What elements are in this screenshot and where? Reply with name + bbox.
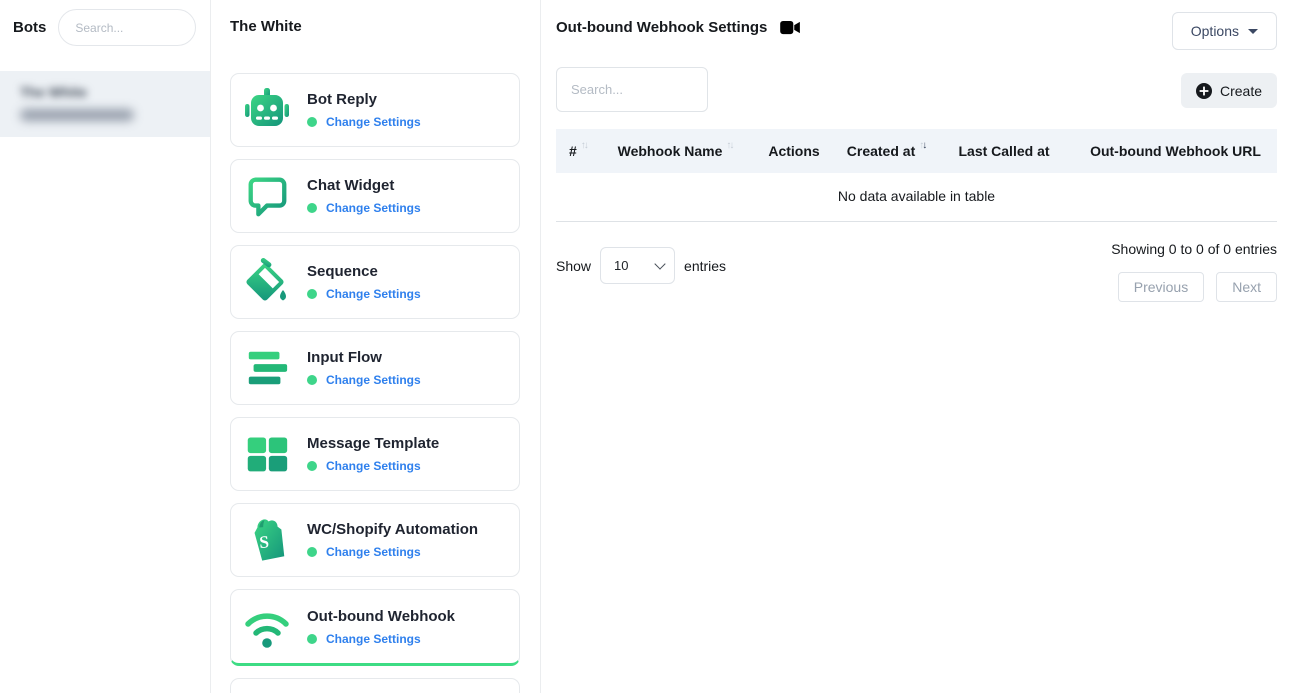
sidebar-header: Bots bbox=[0, 0, 210, 55]
card-title: Bot Reply bbox=[307, 91, 421, 108]
previous-button[interactable]: Previous bbox=[1118, 272, 1204, 302]
card-chat-widget[interactable]: Chat Widget Change Settings bbox=[230, 159, 520, 233]
webhook-search-input[interactable] bbox=[556, 67, 708, 112]
next-button[interactable]: Next bbox=[1216, 272, 1277, 302]
show-label: Show bbox=[556, 258, 591, 274]
bot-name-redacted: The White bbox=[20, 84, 190, 100]
status-dot bbox=[307, 117, 317, 127]
webhooks-table: # ↑↓ Webhook Name ↑↓ Actions Created at … bbox=[556, 129, 1277, 222]
change-settings-link[interactable]: Change Settings bbox=[326, 201, 421, 215]
change-settings-link[interactable]: Change Settings bbox=[326, 459, 421, 473]
change-settings-link[interactable]: Change Settings bbox=[326, 115, 421, 129]
column-header-number[interactable]: # ↑↓ bbox=[556, 143, 600, 159]
card-input-flow[interactable]: Input Flow Change Settings bbox=[230, 331, 520, 405]
create-button[interactable]: Create bbox=[1181, 73, 1277, 108]
sidebar-title: Bots bbox=[13, 19, 46, 36]
grid-icon bbox=[243, 430, 291, 478]
paint-bucket-icon bbox=[243, 258, 291, 306]
webhook-settings-panel: Out-bound Webhook Settings Options bbox=[541, 0, 1293, 693]
sort-icon-active: ↑↓ bbox=[919, 140, 925, 151]
bot-settings-panel: The White Bot Reply bbox=[211, 0, 541, 693]
column-header-webhook-url: Out-bound Webhook URL bbox=[1074, 143, 1277, 159]
main-header: Out-bound Webhook Settings Options bbox=[541, 0, 1293, 50]
bots-search-input[interactable] bbox=[58, 9, 196, 46]
card-title: WC/Shopify Automation bbox=[307, 521, 478, 538]
page-size-select-wrap: 10 bbox=[600, 247, 675, 284]
status-dot bbox=[307, 634, 317, 644]
status-dot bbox=[307, 289, 317, 299]
status-dot bbox=[307, 375, 317, 385]
entries-label: entries bbox=[684, 258, 726, 274]
wifi-icon bbox=[243, 603, 291, 651]
page-title: Out-bound Webhook Settings bbox=[556, 19, 767, 36]
change-settings-link[interactable]: Change Settings bbox=[326, 287, 421, 301]
sort-icon: ↑↓ bbox=[726, 140, 732, 151]
card-bot-reply[interactable]: Bot Reply Change Settings bbox=[230, 73, 520, 147]
create-label: Create bbox=[1220, 83, 1262, 99]
card-title: Sequence bbox=[307, 263, 421, 280]
card-title: Out-bound Webhook bbox=[307, 608, 455, 625]
sort-icon: ↑↓ bbox=[581, 140, 587, 151]
chevron-down-icon bbox=[1248, 29, 1258, 34]
table-footer: Show 10 entries Showing 0 to 0 of 0 entr… bbox=[556, 239, 1277, 302]
card-wc-shopify[interactable]: S WC/Shopify Automation Change Settings bbox=[230, 503, 520, 577]
card-message-template[interactable]: Message Template Change Settings bbox=[230, 417, 520, 491]
card-out-bound-webhook[interactable]: Out-bound Webhook Change Settings bbox=[230, 589, 520, 666]
bots-sidebar: Bots The White bbox=[0, 0, 211, 693]
bot-panel-title: The White bbox=[230, 18, 302, 35]
pagination: Showing 0 to 0 of 0 entries Previous Nex… bbox=[1111, 239, 1277, 302]
status-dot bbox=[307, 203, 317, 213]
table-empty-message: No data available in table bbox=[556, 173, 1277, 222]
card-title: Chat Widget bbox=[307, 177, 421, 194]
chat-bubble-icon bbox=[243, 172, 291, 220]
change-settings-link[interactable]: Change Settings bbox=[326, 373, 421, 387]
card-sequence[interactable]: Sequence Change Settings bbox=[230, 245, 520, 319]
page-size-select[interactable]: 10 bbox=[600, 247, 675, 284]
change-settings-link[interactable]: Change Settings bbox=[326, 632, 421, 646]
column-header-webhook-name[interactable]: Webhook Name ↑↓ bbox=[600, 143, 750, 159]
card-title: Input Flow bbox=[307, 349, 421, 366]
column-header-actions: Actions bbox=[750, 143, 838, 159]
page-size-group: Show 10 entries bbox=[556, 247, 726, 284]
card-next-partial[interactable] bbox=[230, 678, 520, 693]
video-camera-icon[interactable] bbox=[780, 20, 801, 35]
options-button[interactable]: Options bbox=[1172, 12, 1277, 50]
pagination-summary: Showing 0 to 0 of 0 entries bbox=[1111, 241, 1277, 257]
change-settings-link[interactable]: Change Settings bbox=[326, 545, 421, 559]
plus-circle-icon bbox=[1196, 83, 1212, 99]
bars-icon bbox=[243, 344, 291, 392]
table-header-row: # ↑↓ Webhook Name ↑↓ Actions Created at … bbox=[556, 129, 1277, 173]
bot-list-item-selected[interactable]: The White bbox=[0, 71, 210, 137]
shopify-bag-icon: S bbox=[243, 516, 291, 564]
status-dot bbox=[307, 461, 317, 471]
status-dot bbox=[307, 547, 317, 557]
svg-text:S: S bbox=[259, 532, 270, 552]
robot-icon bbox=[243, 86, 291, 134]
settings-card-list: Bot Reply Change Settings Chat Widget Ch… bbox=[230, 73, 520, 693]
card-title: Message Template bbox=[307, 435, 439, 452]
bot-phone-redacted bbox=[20, 109, 134, 121]
column-header-last-called-at: Last Called at bbox=[934, 143, 1074, 159]
column-header-created-at[interactable]: Created at ↑↓ bbox=[838, 143, 934, 159]
options-label: Options bbox=[1191, 23, 1239, 39]
table-toolbar: Create bbox=[556, 67, 1277, 112]
